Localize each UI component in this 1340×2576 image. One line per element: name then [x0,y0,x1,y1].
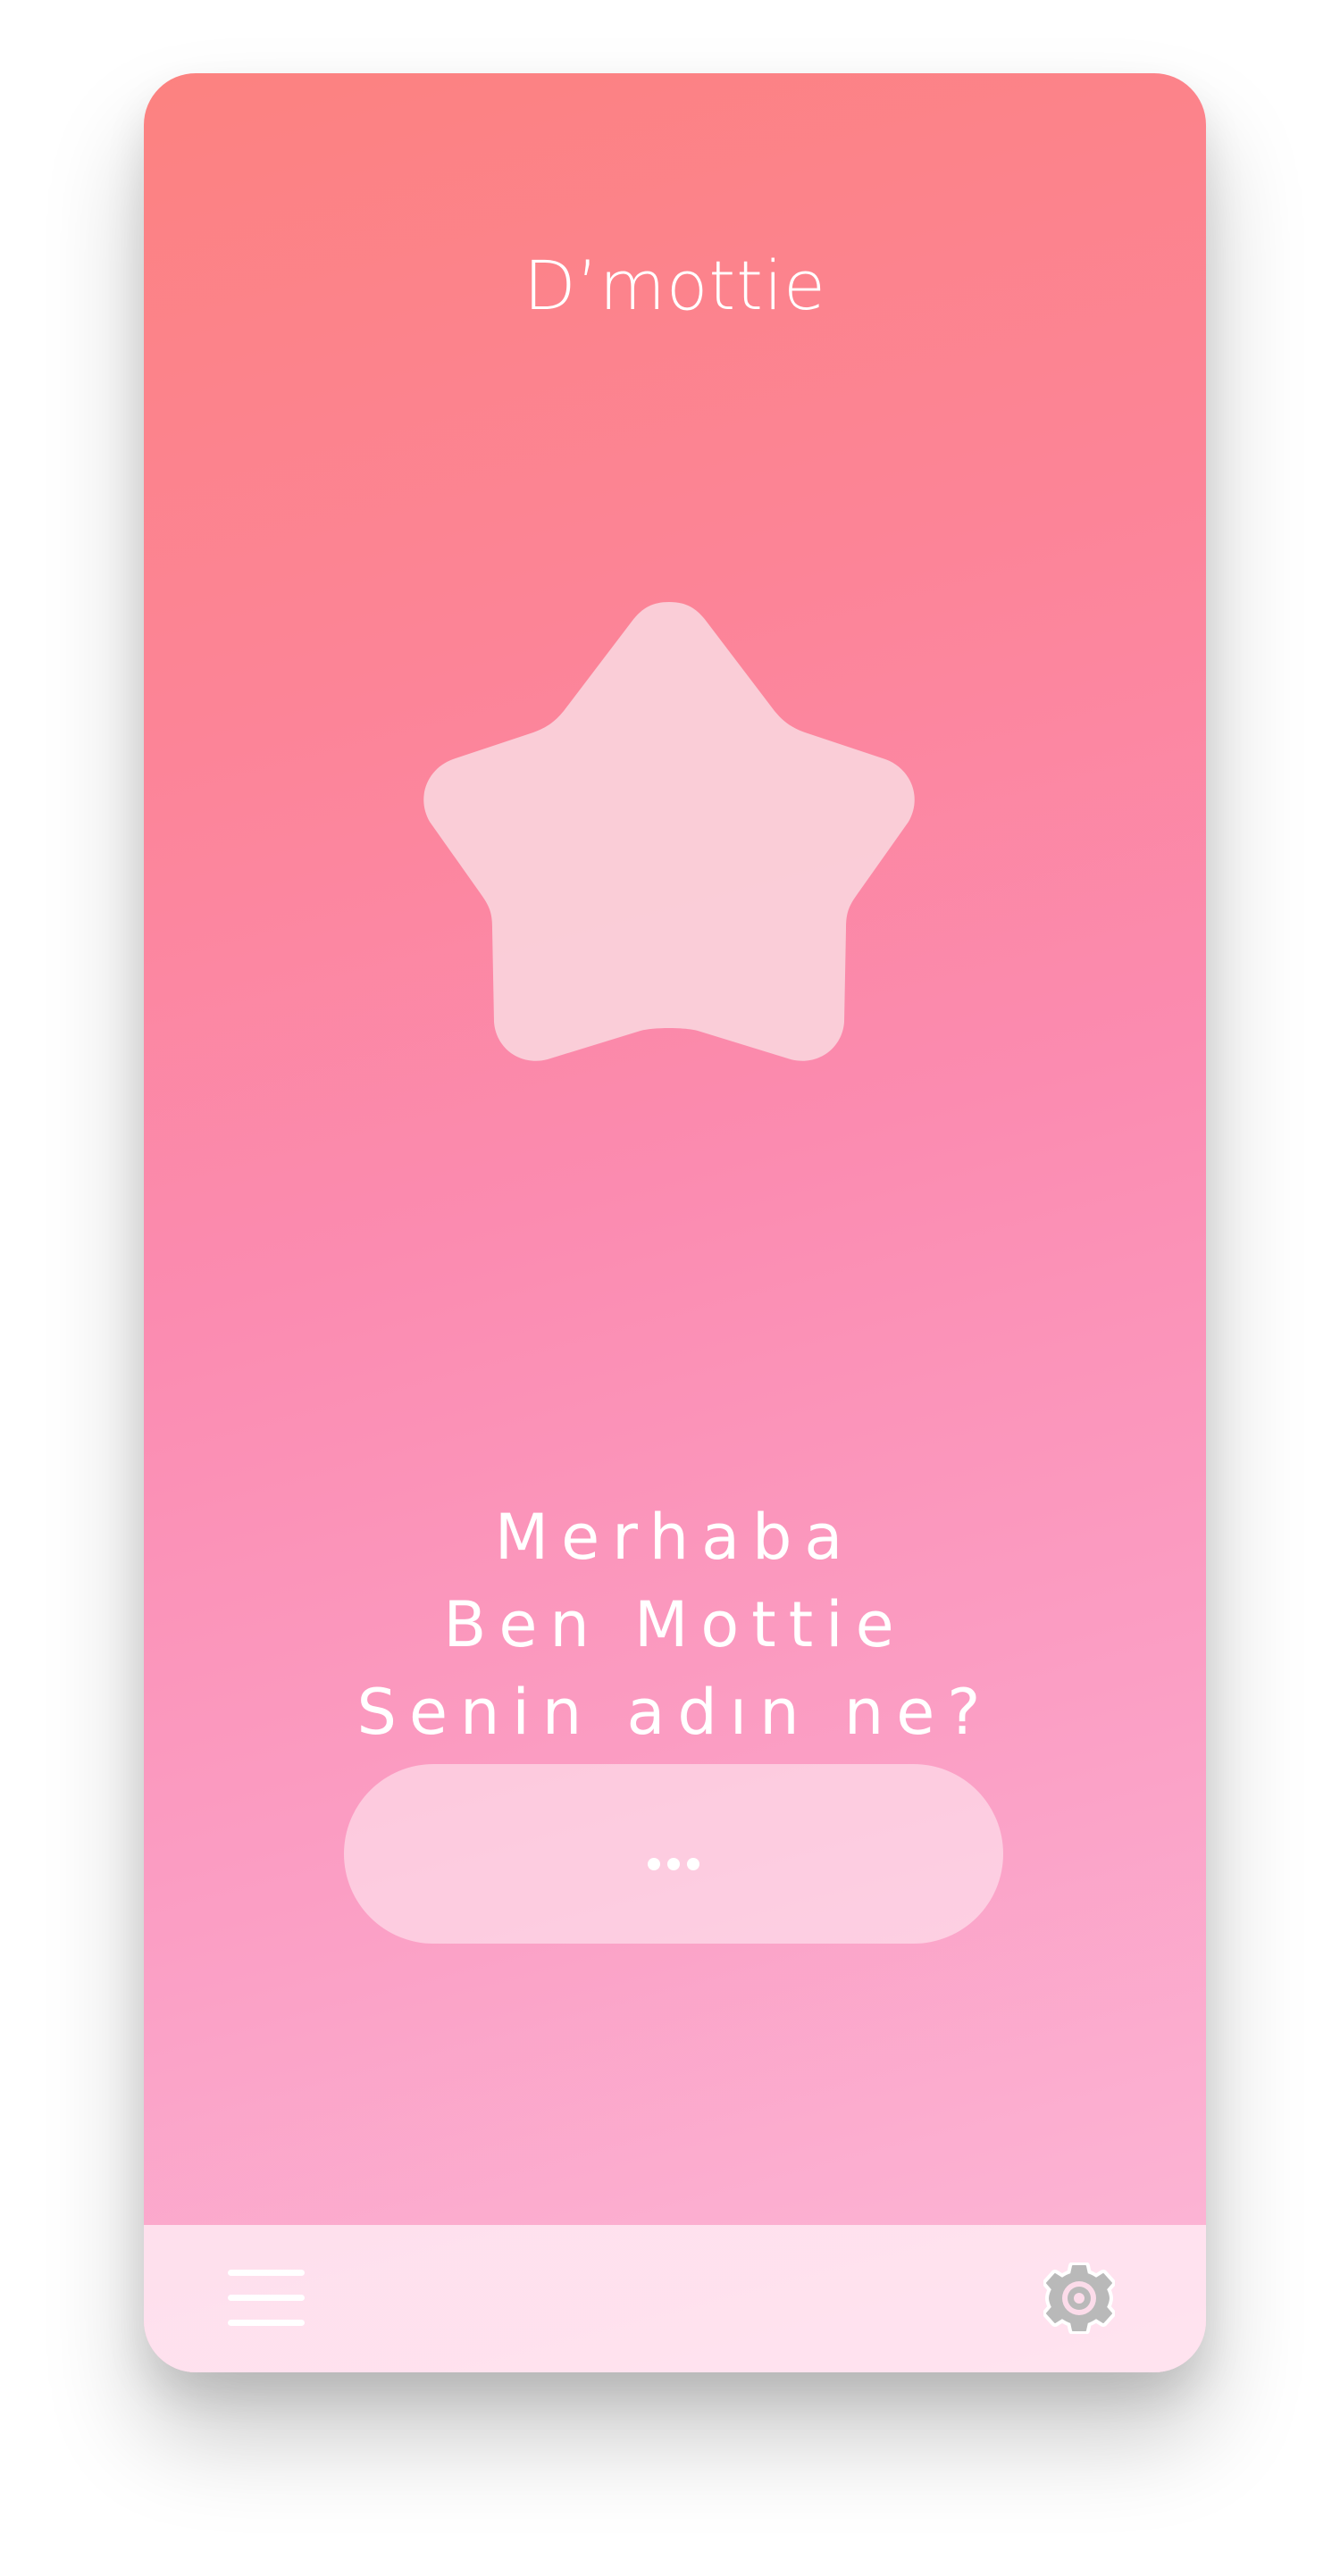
screen: D’mottie Merhaba Ben Mottie Senin adın n… [0,0,1340,2576]
settings-button[interactable] [1043,2262,1116,2335]
greeting-text: Merhaba Ben Mottie Senin adın ne? [144,1493,1206,1756]
greeting-line-3: Senin adın ne? [356,1676,993,1749]
name-input[interactable] [344,1764,1003,1944]
gear-icon [1043,2262,1116,2335]
app-window: D’mottie Merhaba Ben Mottie Senin adın n… [144,73,1206,2372]
name-input-wrapper [344,1764,1003,1944]
menu-button[interactable] [228,2270,308,2332]
greeting-line-2: Ben Mottie [443,1588,907,1661]
bottom-bar [144,2225,1206,2372]
star-icon [423,602,915,1061]
app-title: D’mottie [523,246,826,325]
greeting-line-1: Merhaba [494,1501,856,1574]
